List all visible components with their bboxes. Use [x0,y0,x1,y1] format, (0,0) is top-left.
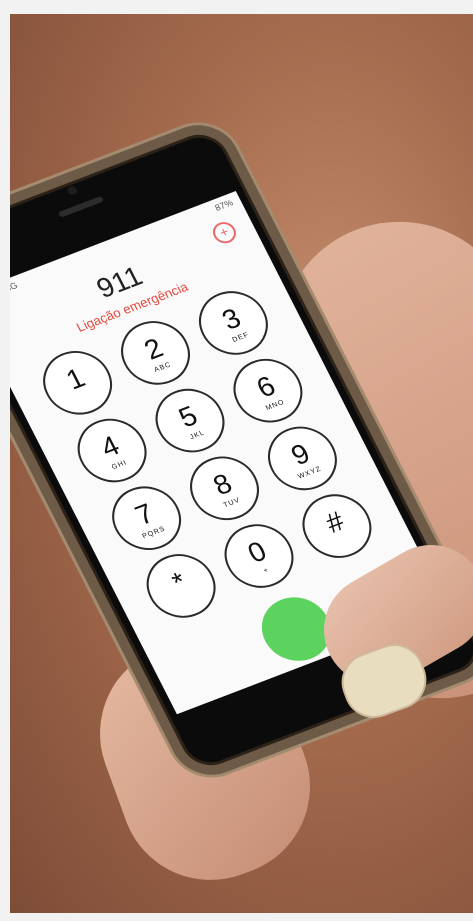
keypad-key[interactable]: 9 WXYZ [256,417,349,500]
key-digit: * [166,566,192,598]
bottom-border [0,913,473,921]
keypad-key[interactable]: 5 JKL [144,379,236,462]
keypad-key[interactable]: 7 PQRS [100,476,193,560]
key-digit: 1 [61,362,90,396]
top-border [0,0,473,14]
keypad-key[interactable]: 3 DEF [187,281,280,365]
keypad-key[interactable]: 2 ABC [109,311,202,395]
battery-label: 87% [213,197,235,213]
keypad-key[interactable]: 8 TUV [178,447,271,530]
keypad-key[interactable]: 6 MNO [221,349,314,432]
keypad-key[interactable]: 4 GHI [66,409,159,492]
keypad-key[interactable]: 1 [31,341,124,425]
keypad-key[interactable]: 0 + [213,514,305,598]
keypad-key[interactable]: * [135,544,228,628]
key-digit: # [320,505,350,539]
left-border [0,0,10,921]
photo-scene: Verizon 3G 87% + 911 Ligação emergência … [0,0,473,921]
keypad-key[interactable]: # [290,484,383,568]
